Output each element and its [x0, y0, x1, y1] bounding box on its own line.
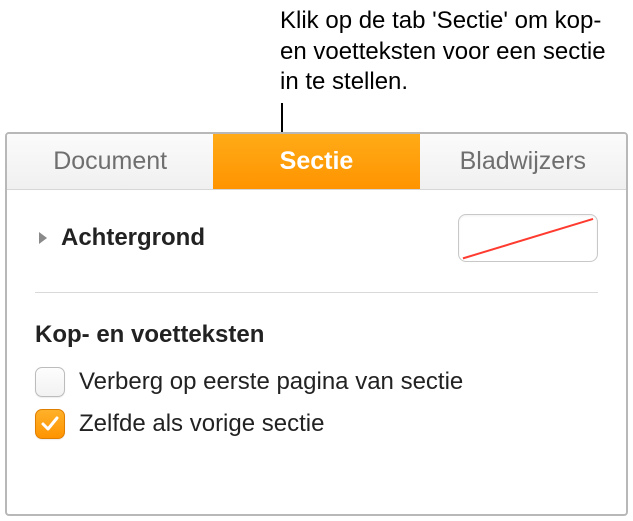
hide-first-page-row: Verberg op eerste pagina van sectie: [35, 367, 598, 397]
tab-document[interactable]: Document: [7, 134, 213, 189]
divider: [35, 292, 598, 293]
hide-first-page-label: Verberg op eerste pagina van sectie: [79, 368, 463, 396]
tab-bar: Document Sectie Bladwijzers: [7, 134, 626, 190]
section-body: Achtergrond Kop- en voetteksten Verberg …: [7, 190, 626, 471]
callout-text: Klik op de tab 'Sectie' om kop- en voett…: [280, 6, 613, 98]
same-as-previous-checkbox[interactable]: [35, 409, 65, 439]
inspector-panel: Document Sectie Bladwijzers Achtergrond …: [5, 132, 628, 516]
callout-leader-line: [281, 103, 283, 133]
same-as-previous-row: Zelfde als vorige sectie: [35, 409, 598, 439]
tab-bladwijzers[interactable]: Bladwijzers: [420, 134, 626, 189]
same-as-previous-label: Zelfde als vorige sectie: [79, 410, 324, 438]
background-row: Achtergrond: [35, 214, 598, 262]
chevron-right-icon[interactable]: [35, 230, 51, 246]
background-color-well[interactable]: [458, 214, 598, 262]
headers-footers-title: Kop- en voetteksten: [35, 321, 598, 349]
hide-first-page-checkbox[interactable]: [35, 367, 65, 397]
tab-sectie[interactable]: Sectie: [213, 134, 419, 189]
background-label: Achtergrond: [61, 224, 205, 252]
